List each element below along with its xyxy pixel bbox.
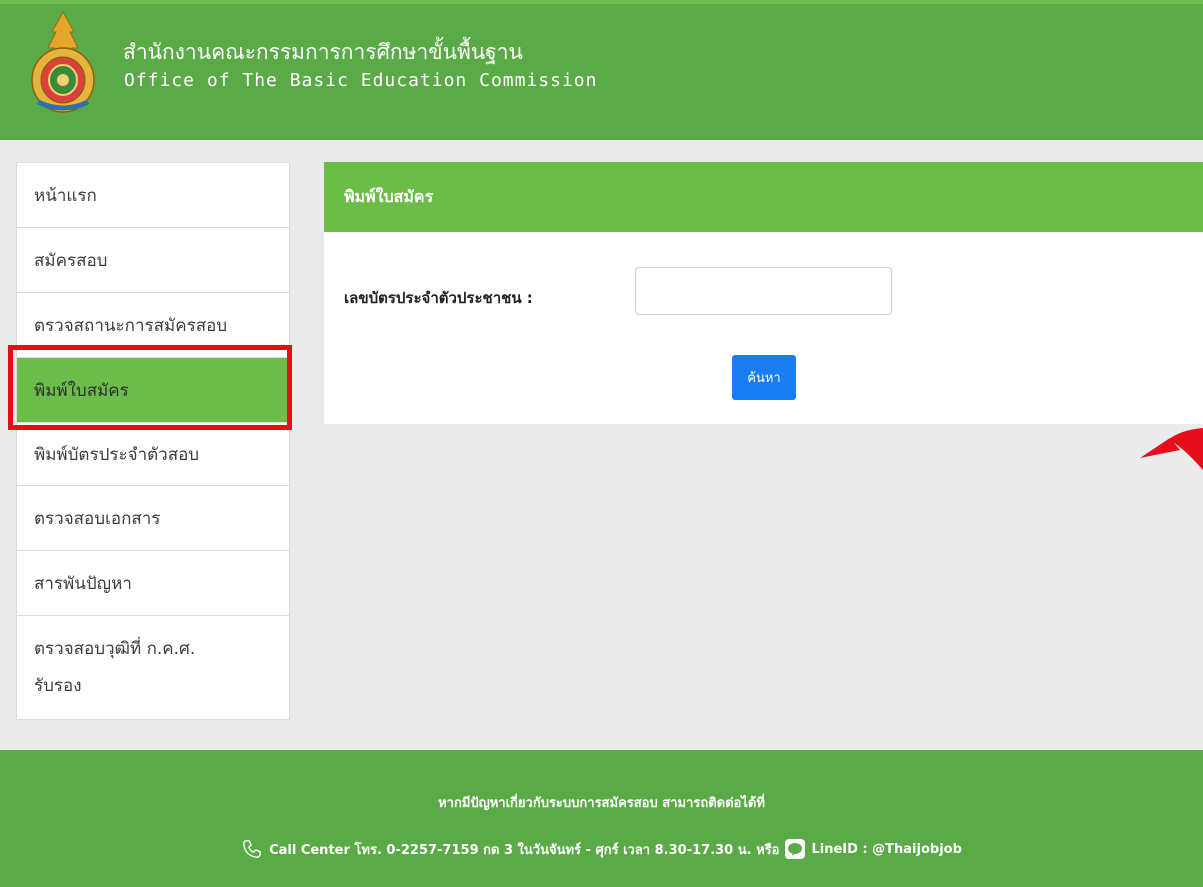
footer-help-text: หากมีปัญหาเกี่ยวกับระบบการสมัครสอบ สามาร…	[438, 796, 765, 811]
sidebar-item-label: สมัครสอบ	[34, 250, 108, 271]
sidebar-item-label: หน้าแรก	[34, 185, 97, 206]
header-title-thai: สำนักงานคณะกรรมการการศึกษาขั้นพื้นฐาน	[123, 40, 523, 64]
line-app-icon	[785, 839, 806, 859]
header-title-english: Office of The Basic Education Commission	[124, 70, 598, 91]
call-center-text: Call Center โทร. 0-2257-7159 กด 3 ในวันจ…	[269, 842, 780, 858]
sidebar-item-apply[interactable]: สมัครสอบ	[17, 228, 289, 293]
search-button[interactable]: ค้นหา	[732, 355, 796, 400]
sidebar-item-check-documents[interactable]: ตรวจสอบเอกสาร	[17, 486, 289, 551]
sidebar-item-print-application[interactable]: พิมพ์ใบสมัคร	[17, 358, 289, 423]
header-top-border	[0, 0, 1203, 4]
line-id-text[interactable]: LineID : @Thaijobjob	[811, 842, 961, 857]
print-application-panel: พิมพ์ใบสมัคร เลขบัตรประจำตัวประชาชน : ค้…	[324, 162, 1203, 424]
sidebar-item-home[interactable]: หน้าแรก	[17, 163, 289, 228]
sidebar-item-check-status[interactable]: ตรวจสถานะการสมัครสอบ	[17, 293, 289, 358]
sidebar-item-label: พิมพ์ใบสมัคร	[34, 380, 129, 401]
sidebar-item-label: ตรวจสอบเอกสาร	[34, 508, 161, 529]
sidebar-item-label: สารพันปัญหา	[34, 573, 132, 594]
sidebar-item-label: พิมพ์บัตรประจำตัวสอบ	[34, 444, 200, 465]
sidebar-item-label: ตรวจสอบวุฒิที่ ก.ค.ศ.	[34, 638, 196, 659]
id-number-input[interactable]	[635, 267, 892, 315]
sidebar-item-faq[interactable]: สารพันปัญหา	[17, 551, 289, 616]
footer-contact: Call Center โทร. 0-2257-7159 กด 3 ในวันจ…	[0, 838, 1203, 860]
sidebar-menu: หน้าแรก สมัครสอบ ตรวจสถานะการสมัครสอบ พิ…	[16, 162, 290, 720]
sidebar-item-label: ตรวจสถานะการสมัครสอบ	[34, 315, 228, 336]
sidebar-item-label: รับรอง	[34, 675, 82, 696]
phone-icon	[243, 840, 262, 858]
site-header: สำนักงานคณะกรรมการการศึกษาขั้นพื้นฐาน Of…	[0, 0, 1203, 140]
sidebar-item-print-exam-card[interactable]: พิมพ์บัตรประจำตัวสอบ	[17, 423, 289, 486]
annotation-arrow	[1140, 428, 1203, 470]
site-footer: หากมีปัญหาเกี่ยวกับระบบการสมัครสอบ สามาร…	[0, 750, 1203, 887]
sidebar-item-check-qualification[interactable]: ตรวจสอบวุฒิที่ ก.ค.ศ. รับรอง	[17, 616, 289, 719]
panel-title: พิมพ์ใบสมัคร	[324, 162, 1203, 232]
obec-emblem-logo	[31, 10, 95, 113]
id-number-label: เลขบัตรประจำตัวประชาชน :	[344, 289, 533, 307]
